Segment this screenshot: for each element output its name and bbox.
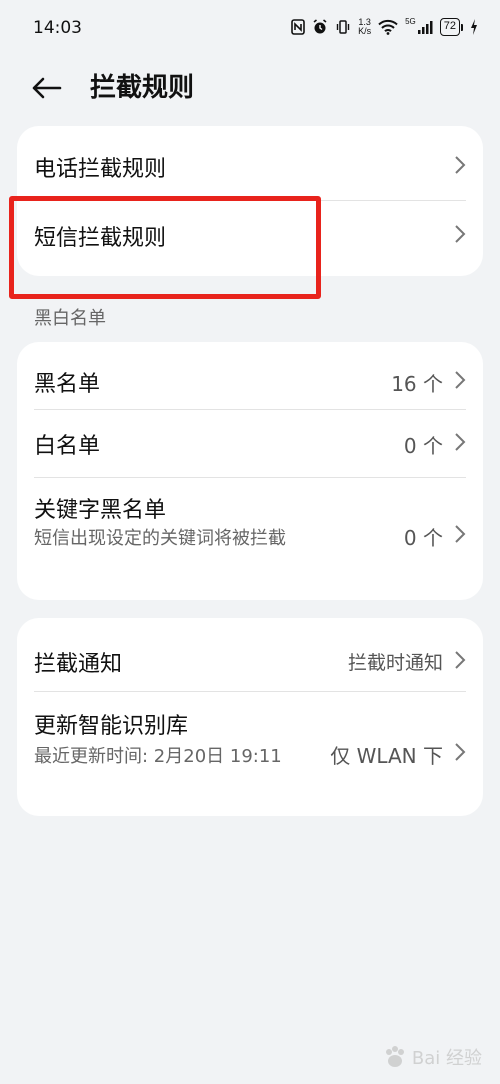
signal-label: 5G [405, 17, 416, 26]
row-block-notification[interactable]: 拦截通知 拦截时通知 [17, 618, 483, 692]
row-label: 短信拦截规则 [34, 226, 167, 251]
row-label: 拦截通知 [34, 652, 123, 677]
chevron-right-icon [455, 225, 466, 243]
row-label: 关键字黑名单 [34, 498, 167, 523]
row-subtitle: 短信出现设定的关键词将被拦截 [34, 528, 286, 549]
charging-icon [470, 17, 478, 37]
row-subtitle: 最近更新时间: 2月20日 19:11 [34, 746, 282, 767]
row-value: 仅 WLAN 下 [330, 744, 443, 768]
paw-icon [385, 1046, 404, 1067]
section-label-blackwhite: 黑白名单 [34, 308, 106, 329]
chevron-right-icon [455, 651, 466, 669]
row-value: 16 个 [391, 372, 443, 396]
net-speed-unit: K/s [358, 26, 372, 36]
nfc-icon [291, 17, 305, 37]
row-call-block-rules[interactable]: 电话拦截规则 [17, 126, 483, 201]
page-title: 拦截规则 [90, 73, 195, 103]
row-keyword-blacklist[interactable]: 关键字黑名单 短信出现设定的关键词将被拦截 0 个 [17, 478, 483, 600]
rules-card: 电话拦截规则 短信拦截规则 [17, 126, 483, 276]
chevron-right-icon [455, 525, 466, 543]
row-label: 黑名单 [34, 372, 101, 397]
row-update-recognition-db[interactable]: 更新智能识别库 最近更新时间: 2月20日 19:11 仅 WLAN 下 [17, 692, 483, 816]
alarm-icon [312, 17, 328, 37]
notify-card: 拦截通知 拦截时通知 更新智能识别库 最近更新时间: 2月20日 19:11 仅… [17, 618, 483, 816]
vibrate-icon [335, 17, 351, 37]
watermark-text: Bai 经验 [411, 1048, 482, 1069]
row-label: 白名单 [34, 434, 101, 459]
back-button[interactable] [30, 72, 70, 104]
row-value: 拦截时通知 [347, 652, 443, 674]
blacklist-card: 黑名单 16 个 白名单 0 个 关键字黑名单 短信出现设定的关键词将被拦截 0… [17, 342, 483, 600]
row-label: 更新智能识别库 [34, 714, 189, 739]
row-blacklist[interactable]: 黑名单 16 个 [17, 342, 483, 410]
back-arrow-icon [32, 77, 62, 99]
status-icons: 1.3 K/s 5G 72 [291, 17, 478, 37]
row-value: 0 个 [403, 434, 443, 458]
chevron-right-icon [455, 743, 466, 761]
baidu-watermark: Bai 经验 [382, 1044, 482, 1070]
status-time: 14:03 [33, 18, 82, 38]
status-bar: 14:03 1.3 K/s 5G 72 [0, 0, 500, 56]
chevron-right-icon [455, 371, 466, 389]
row-whitelist[interactable]: 白名单 0 个 [17, 410, 483, 478]
wifi-icon [378, 17, 398, 37]
screen: 14:03 1.3 K/s 5G 72 拦截规则 电话拦截规则 短信拦截规则 黑… [0, 0, 500, 1084]
signal-icon: 5G [405, 17, 433, 37]
chevron-right-icon [455, 433, 466, 451]
chevron-right-icon [455, 156, 466, 174]
row-label: 电话拦截规则 [34, 157, 167, 182]
net-speed: 1.3 K/s [358, 17, 371, 37]
row-sms-block-rules[interactable]: 短信拦截规则 [17, 201, 483, 276]
app-header: 拦截规则 [0, 60, 500, 116]
row-value: 0 个 [403, 526, 443, 550]
battery-level: 72 [439, 18, 460, 36]
battery-icon: 72 [439, 17, 463, 37]
